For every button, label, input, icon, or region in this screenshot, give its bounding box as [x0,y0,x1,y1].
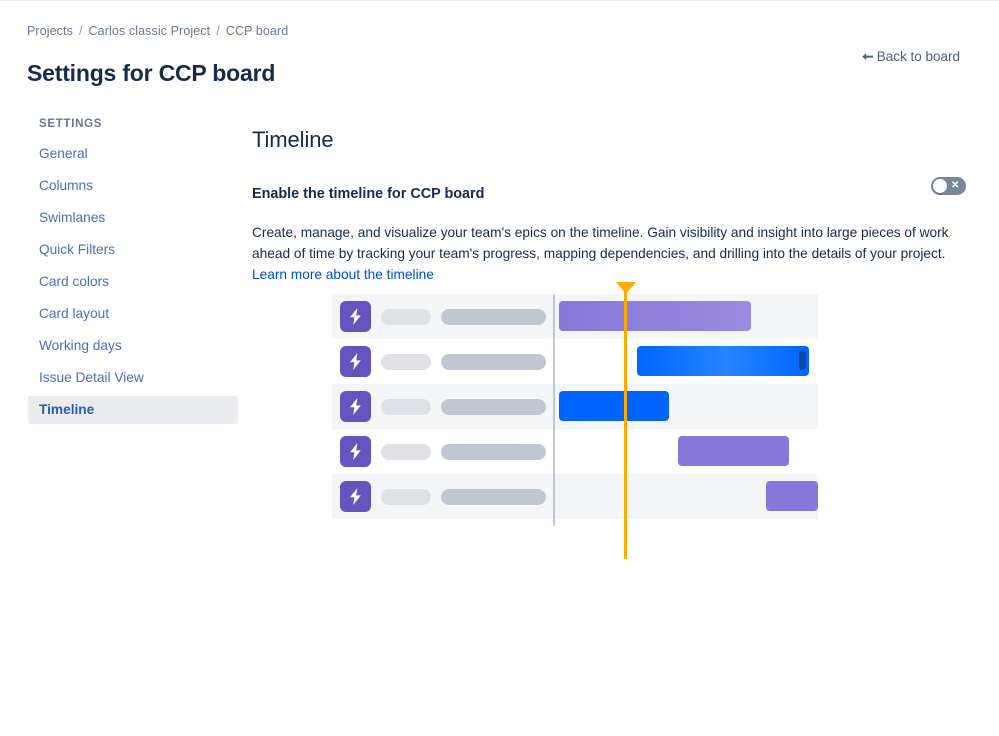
timeline-preview-board [332,294,818,526]
settings-sidebar: SETTINGS General Columns Swimlanes Quick… [28,118,238,428]
description-text: Create, manage, and visualize your team'… [252,225,949,261]
breadcrumb-item-projects[interactable]: Projects [27,24,73,38]
sidebar-item-card-colors[interactable]: Card colors [28,268,238,296]
placeholder-pill-small [381,489,431,505]
lightning-bolt-icon [340,301,371,332]
breadcrumb-separator: / [216,24,220,38]
section-title: Timeline [252,127,334,152]
gantt-bar-epic-2 [637,346,809,376]
lightning-bolt-icon [340,391,371,422]
placeholder-pill-small [381,354,431,370]
back-to-board-link[interactable]: Back to board [861,49,960,64]
sidebar-item-quick-filters[interactable]: Quick Filters [28,236,238,264]
breadcrumb-item-board[interactable]: CCP board [226,24,289,38]
enable-timeline-row: Enable the timeline for CCP board ✕ [252,177,967,203]
arrow-left-icon [861,51,874,64]
timeline-preview-row [332,474,818,519]
gantt-bar-epic-5 [766,481,818,511]
placeholder-pill-small [381,309,431,325]
lightning-bolt-icon [340,481,371,512]
sidebar-item-card-layout[interactable]: Card layout [28,300,238,328]
lightning-bolt-icon [340,436,371,467]
breadcrumb: Projects / Carlos classic Project / CCP boar… [27,24,288,38]
breadcrumb-separator: / [78,24,83,38]
gantt-bar-end-cap [799,350,806,370]
close-icon: ✕ [951,180,960,191]
timeline-description: Create, manage, and visualize your team'… [252,222,949,285]
timeline-preview-row [332,294,818,339]
main-content: Timeline Enable the timeline for CCP boa… [252,127,967,285]
placeholder-pill-large [441,309,546,325]
placeholder-pill-small [381,444,431,460]
enable-timeline-label: Enable the timeline for CCP board [252,186,485,202]
breadcrumb-item-project[interactable]: Carlos classic Project [89,24,211,38]
today-marker-line [624,290,627,559]
placeholder-pill-large [441,489,546,505]
placeholder-pill-large [441,354,546,370]
page-title: Settings for CCP board [27,60,276,87]
gantt-bar-epic-4 [678,436,789,466]
back-to-board-label: Back to board [876,49,960,64]
sidebar-item-swimlanes[interactable]: Swimlanes [28,204,238,232]
timeline-preview-illustration [332,282,818,572]
placeholder-pill-small [381,399,431,415]
placeholder-pill-large [441,444,546,460]
toggle-knob [933,179,947,193]
today-marker-icon [616,282,636,559]
lightning-bolt-icon [340,346,371,377]
gantt-bar-epic-1 [559,301,751,331]
timeline-preview-row [332,339,818,384]
sidebar-item-columns[interactable]: Columns [28,172,238,200]
gantt-bar-epic-3 [559,391,669,421]
sidebar-heading: SETTINGS [39,118,103,130]
learn-more-link[interactable]: Learn more about the timeline [252,267,434,282]
sidebar-item-issue-detail-view[interactable]: Issue Detail View [28,364,238,392]
sidebar-item-general[interactable]: General [28,140,238,168]
sidebar-item-timeline[interactable]: Timeline [28,396,238,424]
placeholder-pill-large [441,399,546,415]
timeline-preview-row [332,429,818,474]
timeline-preview-row [332,384,818,429]
enable-timeline-toggle[interactable]: ✕ [931,177,966,195]
timeline-column-divider [553,294,555,526]
sidebar-item-working-days[interactable]: Working days [28,332,238,360]
